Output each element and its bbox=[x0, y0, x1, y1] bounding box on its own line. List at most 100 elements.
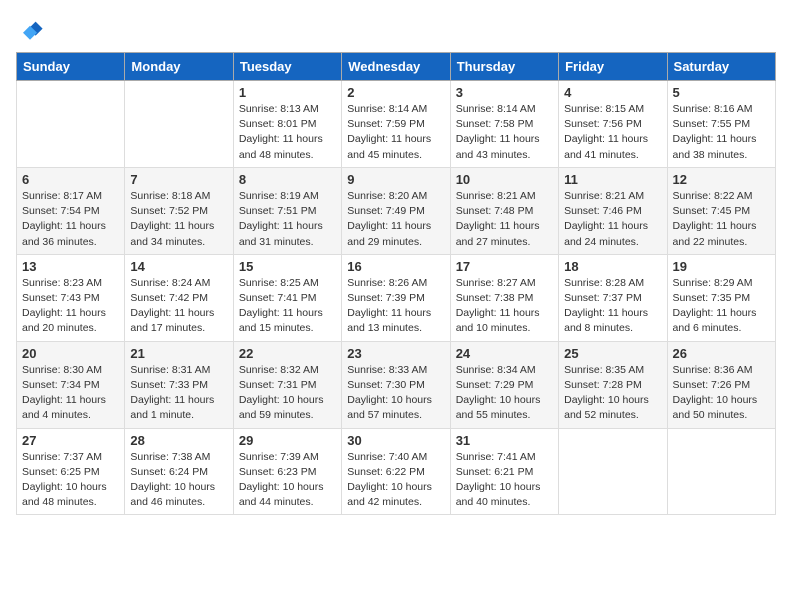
calendar-cell: 18 Sunrise: 8:28 AMSunset: 7:37 PMDayligh… bbox=[559, 254, 667, 341]
day-number: 12 bbox=[673, 172, 770, 187]
day-info: Sunrise: 8:35 AMSunset: 7:28 PMDaylight:… bbox=[564, 363, 661, 424]
day-info: Sunrise: 8:28 AMSunset: 7:37 PMDaylight:… bbox=[564, 276, 661, 337]
day-info: Sunrise: 7:41 AMSunset: 6:21 PMDaylight:… bbox=[456, 450, 553, 511]
calendar-cell: 6 Sunrise: 8:17 AMSunset: 7:54 PMDaylight… bbox=[17, 167, 125, 254]
day-info: Sunrise: 8:29 AMSunset: 7:35 PMDaylight:… bbox=[673, 276, 770, 337]
logo bbox=[16, 16, 48, 44]
day-number: 13 bbox=[22, 259, 119, 274]
calendar-cell: 25Sunrise: 8:35 AMSunset: 7:28 PMDayligh… bbox=[559, 341, 667, 428]
calendar-cell: 15 Sunrise: 8:25 AMSunset: 7:41 PMDayligh… bbox=[233, 254, 341, 341]
calendar-cell bbox=[667, 428, 775, 515]
day-number: 17 bbox=[456, 259, 553, 274]
day-info: Sunrise: 8:32 AMSunset: 7:31 PMDaylight:… bbox=[239, 363, 336, 424]
header-tuesday: Tuesday bbox=[233, 53, 341, 81]
header-friday: Friday bbox=[559, 53, 667, 81]
calendar-cell: 12 Sunrise: 8:22 AMSunset: 7:45 PMDayligh… bbox=[667, 167, 775, 254]
calendar-cell: 26 Sunrise: 8:36 AMSunset: 7:26 PMDayligh… bbox=[667, 341, 775, 428]
day-info: Sunrise: 7:40 AMSunset: 6:22 PMDaylight:… bbox=[347, 450, 444, 511]
day-number: 28 bbox=[130, 433, 227, 448]
calendar-cell: 23 Sunrise: 8:33 AMSunset: 7:30 PMDayligh… bbox=[342, 341, 450, 428]
day-info: Sunrise: 8:25 AMSunset: 7:41 PMDaylight:… bbox=[239, 276, 336, 337]
calendar-cell: 20Sunrise: 8:30 AMSunset: 7:34 PMDayligh… bbox=[17, 341, 125, 428]
day-number: 9 bbox=[347, 172, 444, 187]
day-info: Sunrise: 8:36 AMSunset: 7:26 PMDaylight:… bbox=[673, 363, 770, 424]
calendar-cell: 29 Sunrise: 7:39 AMSunset: 6:23 PMDayligh… bbox=[233, 428, 341, 515]
day-number: 1 bbox=[239, 85, 336, 100]
day-number: 30 bbox=[347, 433, 444, 448]
calendar-cell: 8 Sunrise: 8:19 AMSunset: 7:51 PMDaylight… bbox=[233, 167, 341, 254]
calendar-week-row: 1 Sunrise: 8:13 AMSunset: 8:01 PMDaylight… bbox=[17, 81, 776, 168]
day-number: 18 bbox=[564, 259, 661, 274]
calendar-cell: 27 Sunrise: 7:37 AMSunset: 6:25 PMDayligh… bbox=[17, 428, 125, 515]
calendar-header-row: SundayMondayTuesdayWednesdayThursdayFrid… bbox=[17, 53, 776, 81]
day-number: 16 bbox=[347, 259, 444, 274]
calendar-week-row: 20Sunrise: 8:30 AMSunset: 7:34 PMDayligh… bbox=[17, 341, 776, 428]
day-info: Sunrise: 8:19 AMSunset: 7:51 PMDaylight:… bbox=[239, 189, 336, 250]
day-info: Sunrise: 8:34 AMSunset: 7:29 PMDaylight:… bbox=[456, 363, 553, 424]
header-sunday: Sunday bbox=[17, 53, 125, 81]
calendar-week-row: 27 Sunrise: 7:37 AMSunset: 6:25 PMDayligh… bbox=[17, 428, 776, 515]
day-info: Sunrise: 8:23 AMSunset: 7:43 PMDaylight:… bbox=[22, 276, 119, 337]
page-header bbox=[16, 16, 776, 44]
day-number: 3 bbox=[456, 85, 553, 100]
day-number: 2 bbox=[347, 85, 444, 100]
calendar-cell: 30 Sunrise: 7:40 AMSunset: 6:22 PMDayligh… bbox=[342, 428, 450, 515]
calendar-cell: 7 Sunrise: 8:18 AMSunset: 7:52 PMDaylight… bbox=[125, 167, 233, 254]
day-info: Sunrise: 8:18 AMSunset: 7:52 PMDaylight:… bbox=[130, 189, 227, 250]
calendar-table: SundayMondayTuesdayWednesdayThursdayFrid… bbox=[16, 52, 776, 515]
logo-icon bbox=[16, 16, 44, 44]
day-info: Sunrise: 8:24 AMSunset: 7:42 PMDaylight:… bbox=[130, 276, 227, 337]
calendar-cell: 22Sunrise: 8:32 AMSunset: 7:31 PMDayligh… bbox=[233, 341, 341, 428]
day-number: 11 bbox=[564, 172, 661, 187]
header-saturday: Saturday bbox=[667, 53, 775, 81]
day-number: 8 bbox=[239, 172, 336, 187]
day-info: Sunrise: 8:22 AMSunset: 7:45 PMDaylight:… bbox=[673, 189, 770, 250]
day-info: Sunrise: 7:39 AMSunset: 6:23 PMDaylight:… bbox=[239, 450, 336, 511]
header-wednesday: Wednesday bbox=[342, 53, 450, 81]
day-info: Sunrise: 8:16 AMSunset: 7:55 PMDaylight:… bbox=[673, 102, 770, 163]
calendar-cell: 14 Sunrise: 8:24 AMSunset: 7:42 PMDayligh… bbox=[125, 254, 233, 341]
calendar-cell: 17 Sunrise: 8:27 AMSunset: 7:38 PMDayligh… bbox=[450, 254, 558, 341]
day-number: 5 bbox=[673, 85, 770, 100]
day-number: 6 bbox=[22, 172, 119, 187]
calendar-cell: 11 Sunrise: 8:21 AMSunset: 7:46 PMDayligh… bbox=[559, 167, 667, 254]
day-number: 27 bbox=[22, 433, 119, 448]
day-info: Sunrise: 8:33 AMSunset: 7:30 PMDaylight:… bbox=[347, 363, 444, 424]
header-thursday: Thursday bbox=[450, 53, 558, 81]
calendar-cell: 9 Sunrise: 8:20 AMSunset: 7:49 PMDaylight… bbox=[342, 167, 450, 254]
day-info: Sunrise: 8:17 AMSunset: 7:54 PMDaylight:… bbox=[22, 189, 119, 250]
day-info: Sunrise: 8:26 AMSunset: 7:39 PMDaylight:… bbox=[347, 276, 444, 337]
day-number: 7 bbox=[130, 172, 227, 187]
calendar-week-row: 13 Sunrise: 8:23 AMSunset: 7:43 PMDayligh… bbox=[17, 254, 776, 341]
day-number: 15 bbox=[239, 259, 336, 274]
calendar-cell: 28 Sunrise: 7:38 AMSunset: 6:24 PMDayligh… bbox=[125, 428, 233, 515]
day-info: Sunrise: 7:38 AMSunset: 6:24 PMDaylight:… bbox=[130, 450, 227, 511]
calendar-cell bbox=[559, 428, 667, 515]
calendar-cell: 5 Sunrise: 8:16 AMSunset: 7:55 PMDaylight… bbox=[667, 81, 775, 168]
calendar-week-row: 6 Sunrise: 8:17 AMSunset: 7:54 PMDaylight… bbox=[17, 167, 776, 254]
day-number: 4 bbox=[564, 85, 661, 100]
calendar-cell: 31 Sunrise: 7:41 AMSunset: 6:21 PMDayligh… bbox=[450, 428, 558, 515]
day-info: Sunrise: 8:21 AMSunset: 7:46 PMDaylight:… bbox=[564, 189, 661, 250]
day-number: 19 bbox=[673, 259, 770, 274]
day-number: 10 bbox=[456, 172, 553, 187]
day-info: Sunrise: 8:27 AMSunset: 7:38 PMDaylight:… bbox=[456, 276, 553, 337]
day-number: 23 bbox=[347, 346, 444, 361]
day-info: Sunrise: 8:14 AMSunset: 7:59 PMDaylight:… bbox=[347, 102, 444, 163]
day-info: Sunrise: 7:37 AMSunset: 6:25 PMDaylight:… bbox=[22, 450, 119, 511]
day-info: Sunrise: 8:13 AMSunset: 8:01 PMDaylight:… bbox=[239, 102, 336, 163]
day-info: Sunrise: 8:21 AMSunset: 7:48 PMDaylight:… bbox=[456, 189, 553, 250]
calendar-cell: 3Sunrise: 8:14 AMSunset: 7:58 PMDaylight… bbox=[450, 81, 558, 168]
day-info: Sunrise: 8:20 AMSunset: 7:49 PMDaylight:… bbox=[347, 189, 444, 250]
day-number: 31 bbox=[456, 433, 553, 448]
header-monday: Monday bbox=[125, 53, 233, 81]
day-number: 20 bbox=[22, 346, 119, 361]
calendar-cell: 2 Sunrise: 8:14 AMSunset: 7:59 PMDaylight… bbox=[342, 81, 450, 168]
day-number: 26 bbox=[673, 346, 770, 361]
day-number: 21 bbox=[130, 346, 227, 361]
calendar-cell bbox=[17, 81, 125, 168]
day-number: 14 bbox=[130, 259, 227, 274]
calendar-cell: 19 Sunrise: 8:29 AMSunset: 7:35 PMDayligh… bbox=[667, 254, 775, 341]
day-number: 29 bbox=[239, 433, 336, 448]
day-info: Sunrise: 8:15 AMSunset: 7:56 PMDaylight:… bbox=[564, 102, 661, 163]
